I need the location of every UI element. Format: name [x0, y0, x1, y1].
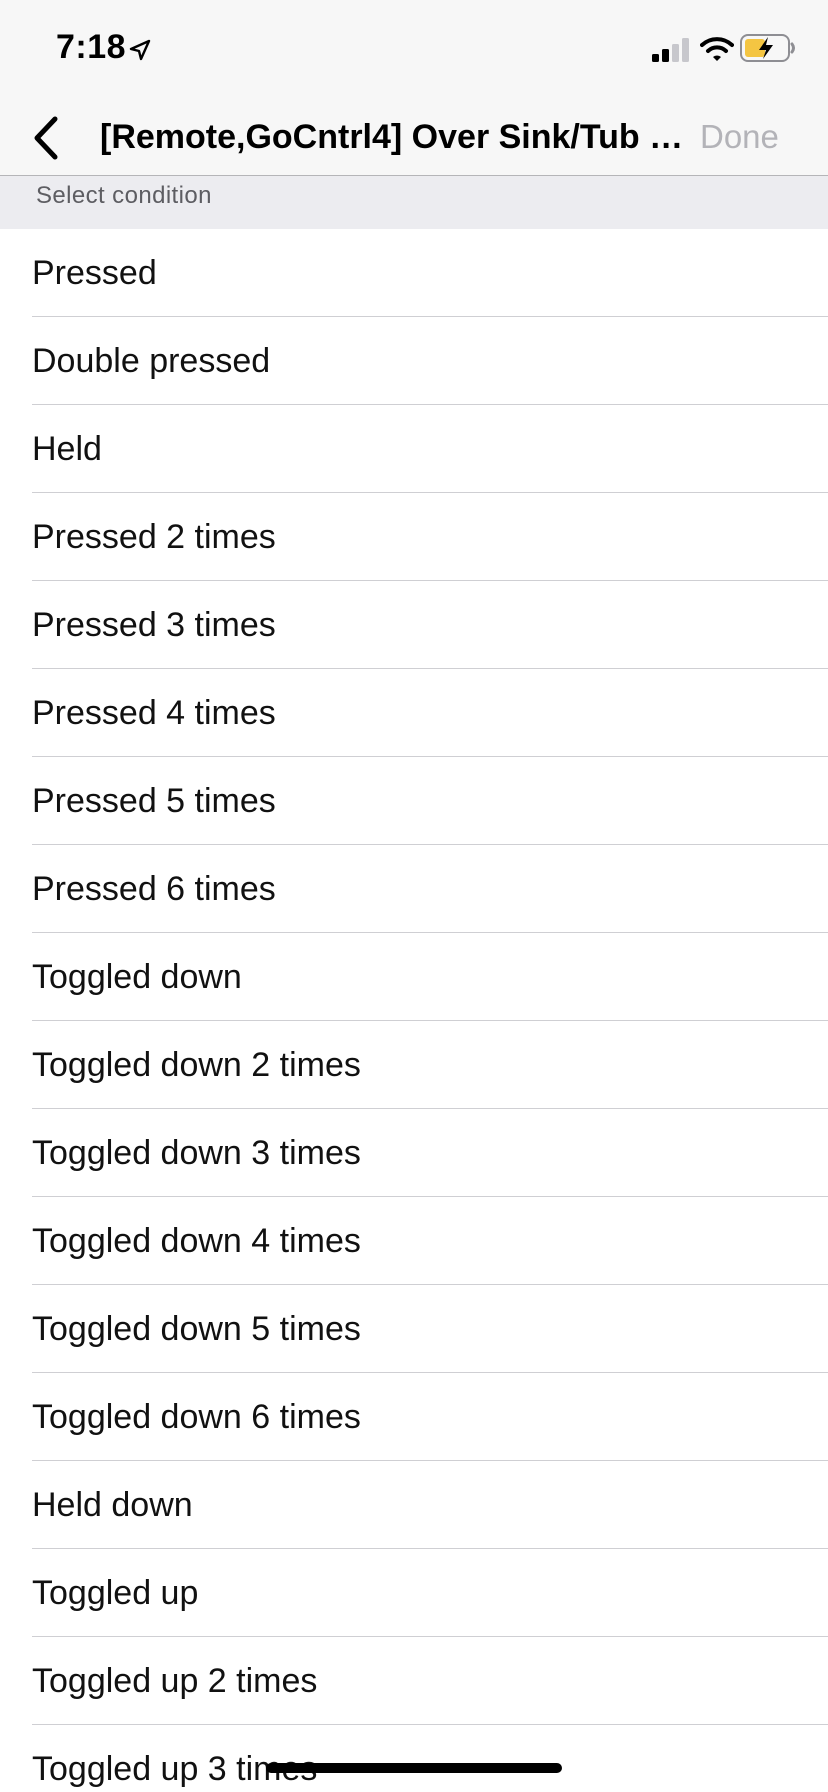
status-time: 7:18 [56, 28, 127, 66]
list-item-label: Held [32, 430, 102, 468]
list-item[interactable]: Pressed 5 times [0, 757, 828, 845]
list-item[interactable]: Toggled down 5 times [0, 1285, 828, 1373]
list-item[interactable]: Toggled down 4 times [0, 1197, 828, 1285]
list-item-label: Double pressed [32, 342, 271, 380]
list-item-label: Toggled up 2 times [32, 1662, 318, 1700]
list-item-label: Toggled down 3 times [32, 1134, 361, 1172]
list-item[interactable]: Held down [0, 1461, 828, 1549]
status-bar: 7:18 [0, 0, 828, 100]
nav-bar: [Remote,GoCntrl4] Over Sink/Tub (Kids Ba… [0, 100, 828, 176]
list-item[interactable]: Toggled up 3 times [0, 1725, 828, 1792]
list-item-label: Pressed 4 times [32, 694, 276, 732]
list-item[interactable]: Toggled up 2 times [0, 1637, 828, 1725]
condition-list: Pressed Double pressed Held Pressed 2 ti… [0, 229, 828, 1792]
list-item[interactable]: Toggled down 2 times [0, 1021, 828, 1109]
list-item[interactable]: Toggled down 3 times [0, 1109, 828, 1197]
list-item-label: Pressed 5 times [32, 782, 276, 820]
list-item[interactable]: Double pressed [0, 317, 828, 405]
list-item-label: Pressed 6 times [32, 870, 276, 908]
list-item-label: Pressed 2 times [32, 518, 276, 556]
battery-charging-icon [740, 34, 795, 62]
list-item-label: Held down [32, 1486, 193, 1524]
done-button[interactable]: Done [700, 112, 804, 162]
section-header: Select condition [0, 176, 828, 229]
list-item[interactable]: Held [0, 405, 828, 493]
list-item-label: Toggled up 3 times [32, 1750, 318, 1788]
page-title: [Remote,GoCntrl4] Over Sink/Tub (Kids Ba… [100, 118, 692, 156]
list-item[interactable]: Pressed 6 times [0, 845, 828, 933]
list-item-label: Toggled down 5 times [32, 1310, 361, 1348]
list-item[interactable]: Toggled up [0, 1549, 828, 1637]
chevron-left-icon [34, 116, 58, 160]
home-indicator[interactable] [266, 1763, 562, 1773]
list-item[interactable]: Pressed 3 times [0, 581, 828, 669]
list-item-label: Toggled down [32, 958, 242, 996]
list-item[interactable]: Pressed [0, 229, 828, 317]
list-item-label: Toggled down 6 times [32, 1398, 361, 1436]
list-item-label: Pressed [32, 254, 157, 292]
screen: 7:18 [Remote,GoCntrl4] Over Sink/Tub (K … [0, 0, 828, 1792]
list-item-label: Pressed 3 times [32, 606, 276, 644]
location-arrow-icon [129, 39, 151, 61]
wifi-icon [700, 37, 734, 61]
list-item-label: Toggled down 2 times [32, 1046, 361, 1084]
section-header-label: Select condition [36, 182, 212, 209]
list-item[interactable]: Pressed 2 times [0, 493, 828, 581]
list-item[interactable]: Toggled down 6 times [0, 1373, 828, 1461]
cellular-signal-icon [652, 38, 689, 62]
list-item[interactable]: Toggled down [0, 933, 828, 1021]
list-item[interactable]: Pressed 4 times [0, 669, 828, 757]
list-item-label: Toggled up [32, 1574, 199, 1612]
list-item-label: Toggled down 4 times [32, 1222, 361, 1260]
back-button[interactable] [14, 106, 78, 170]
